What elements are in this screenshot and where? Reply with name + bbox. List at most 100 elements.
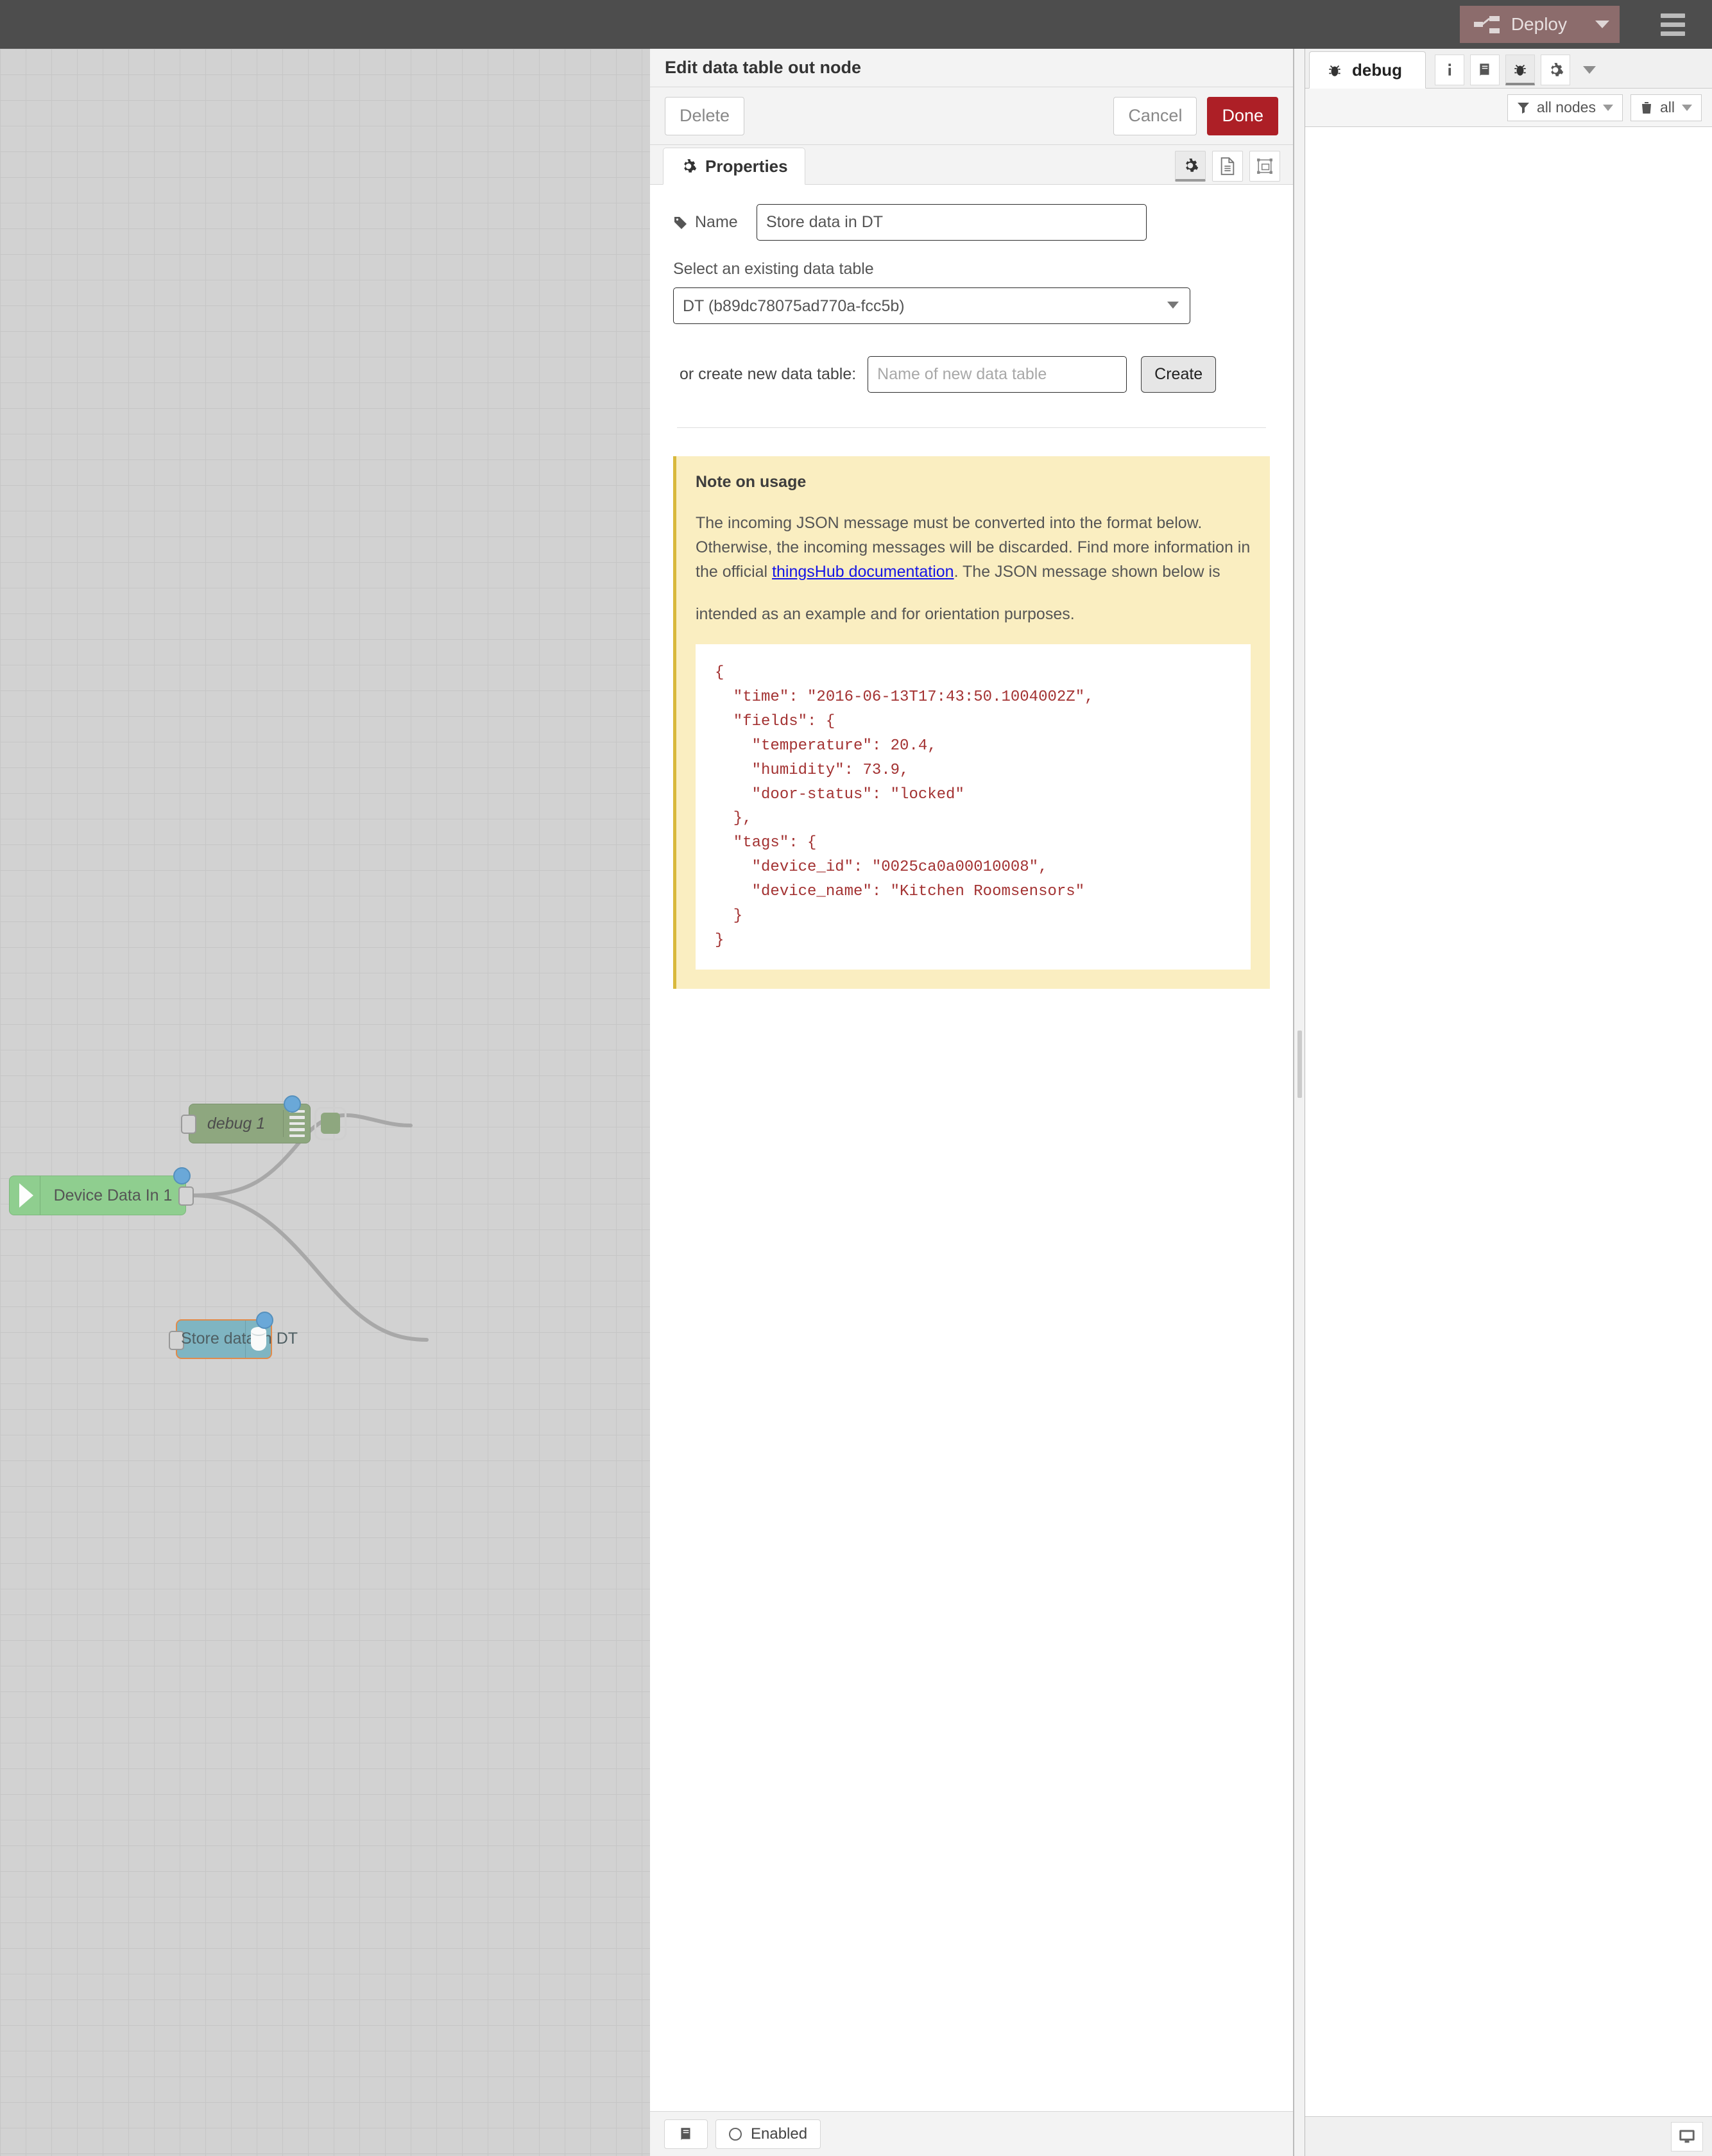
cancel-button[interactable]: Cancel — [1113, 97, 1197, 135]
sidebar-icon-group — [1435, 55, 1603, 85]
main-menu-button[interactable] — [1653, 6, 1693, 43]
filter-nodes-button[interactable]: all nodes — [1507, 94, 1623, 121]
data-table-select-wrapper: DT (b89dc78075ad770a-fcc5b) — [673, 287, 1190, 324]
node-status-dot — [173, 1167, 191, 1185]
example-json-code: { "time": "2016-06-13T17:43:50.1004002Z"… — [696, 644, 1251, 970]
document-icon-button[interactable] — [1212, 151, 1243, 182]
dialog-footer: Enabled — [650, 2111, 1293, 2156]
deploy-button[interactable]: Deploy — [1460, 6, 1585, 43]
hamburger-menu-icon — [1661, 13, 1685, 18]
gear-icon — [1182, 157, 1199, 174]
trash-icon — [1640, 101, 1653, 115]
dialog-tab-bar: Properties — [650, 145, 1293, 185]
appearance-icon — [1256, 158, 1273, 175]
gear-icon — [680, 158, 697, 175]
hamburger-menu-icon — [1661, 31, 1685, 36]
edit-node-dialog: Edit data table out node Delete Cancel D… — [650, 49, 1294, 2156]
note-body: The incoming JSON message must be conver… — [696, 511, 1251, 584]
debug-node-status-box — [314, 1107, 347, 1140]
debug-message-list[interactable] — [1305, 127, 1712, 2116]
node-output-port[interactable] — [178, 1186, 194, 1206]
note-body-part3: intended as an example and for orientati… — [696, 602, 1251, 626]
new-data-table-input[interactable] — [868, 356, 1127, 393]
chevron-down-icon — [1603, 105, 1613, 111]
clear-label: all — [1660, 99, 1675, 116]
tag-icon — [673, 215, 689, 230]
monitor-icon — [1678, 2128, 1696, 2145]
name-field-label: Name — [673, 213, 757, 232]
chevron-down-icon — [1682, 105, 1692, 111]
create-data-table-label: or create new data table: — [680, 365, 856, 384]
flow-node-store-data-in-dt[interactable]: Store data in DT — [176, 1319, 272, 1359]
dialog-button-bar: Delete Cancel Done — [650, 87, 1293, 145]
gear-icon — [1547, 62, 1564, 78]
hamburger-menu-icon — [1661, 22, 1685, 27]
debug-lines-icon — [283, 1110, 305, 1137]
book-icon-button[interactable] — [1470, 55, 1500, 85]
circle-icon — [729, 2128, 742, 2141]
debug-filter-bar: all nodes all — [1305, 89, 1712, 127]
flow-node-label: Device Data In 1 — [40, 1186, 185, 1205]
filter-label: all nodes — [1537, 99, 1596, 116]
appearance-icon-button[interactable] — [1249, 151, 1280, 182]
sidebar-resize-handle[interactable] — [1294, 49, 1305, 2156]
create-button[interactable]: Create — [1141, 356, 1216, 393]
chevron-down-icon — [1583, 66, 1596, 74]
gear-icon-button[interactable] — [1541, 55, 1570, 85]
chevron-down-icon — [1595, 21, 1609, 28]
sidebar-tab-debug[interactable]: debug — [1309, 51, 1426, 89]
sidebar-tab-label: debug — [1352, 60, 1402, 80]
enabled-toggle-button[interactable]: Enabled — [715, 2119, 821, 2149]
name-field-row: Name — [673, 204, 1270, 241]
thingshub-documentation-link[interactable]: thingsHub documentation — [772, 563, 954, 581]
node-status-dot — [256, 1312, 273, 1329]
node-input-port[interactable] — [181, 1115, 196, 1134]
document-icon — [1220, 157, 1235, 175]
data-table-select[interactable]: DT (b89dc78075ad770a-fcc5b) — [673, 287, 1190, 324]
name-input[interactable] — [757, 204, 1147, 241]
note-on-usage-panel: Note on usage The incoming JSON message … — [673, 456, 1270, 989]
bug-icon — [1326, 62, 1343, 78]
flow-canvas[interactable]: debug 1 Device Data In 1 Store data in D… — [0, 49, 650, 2156]
sidebar-tab-bar: debug — [1305, 49, 1712, 89]
book-icon — [1477, 62, 1493, 78]
name-label-text: Name — [695, 213, 738, 232]
sidebar-status-bar — [1305, 2116, 1712, 2156]
tab-properties[interactable]: Properties — [663, 148, 805, 185]
deploy-button-group: Deploy — [1460, 6, 1620, 43]
monitor-icon-button[interactable] — [1671, 2122, 1703, 2152]
filter-icon — [1517, 101, 1530, 114]
node-red-editor: Deploy debug 1 — [0, 0, 1712, 2156]
gear-icon-button[interactable] — [1175, 151, 1206, 182]
book-icon — [678, 2126, 694, 2143]
create-data-table-row: or create new data table: Create — [673, 356, 1270, 393]
tab-properties-label: Properties — [705, 157, 788, 176]
deploy-label: Deploy — [1511, 14, 1567, 35]
select-data-table-label: Select an existing data table — [673, 260, 1270, 278]
section-divider — [677, 427, 1266, 428]
deploy-icon — [1474, 15, 1500, 34]
delete-button[interactable]: Delete — [665, 97, 744, 135]
note-title: Note on usage — [696, 473, 1251, 492]
node-help-button[interactable] — [664, 2119, 708, 2149]
dialog-title: Edit data table out node — [665, 58, 861, 78]
node-status-dot — [284, 1095, 301, 1113]
info-icon-button[interactable] — [1435, 55, 1464, 85]
done-button[interactable]: Done — [1207, 97, 1278, 135]
sidebar-more-button[interactable] — [1576, 55, 1603, 85]
info-icon — [1442, 62, 1457, 78]
note-body-part2: . The JSON message shown below is — [954, 563, 1220, 581]
sidebar-panel: debug — [1305, 49, 1712, 2156]
dialog-tab-icons — [1175, 151, 1280, 182]
clear-messages-button[interactable]: all — [1631, 94, 1702, 121]
flow-node-label: debug 1 — [189, 1115, 283, 1133]
deploy-dropdown-button[interactable] — [1585, 6, 1620, 43]
arrow-right-icon — [10, 1176, 40, 1215]
bug-icon — [1512, 61, 1528, 78]
flow-node-device-data-in-1[interactable]: Device Data In 1 — [9, 1176, 186, 1215]
flow-wires — [0, 49, 650, 2156]
dialog-titlebar: Edit data table out node — [650, 49, 1293, 87]
dialog-body: Name Select an existing data table DT (b… — [650, 185, 1293, 2111]
bug-icon-button[interactable] — [1505, 55, 1535, 85]
flow-node-debug-1[interactable]: debug 1 — [189, 1104, 311, 1143]
